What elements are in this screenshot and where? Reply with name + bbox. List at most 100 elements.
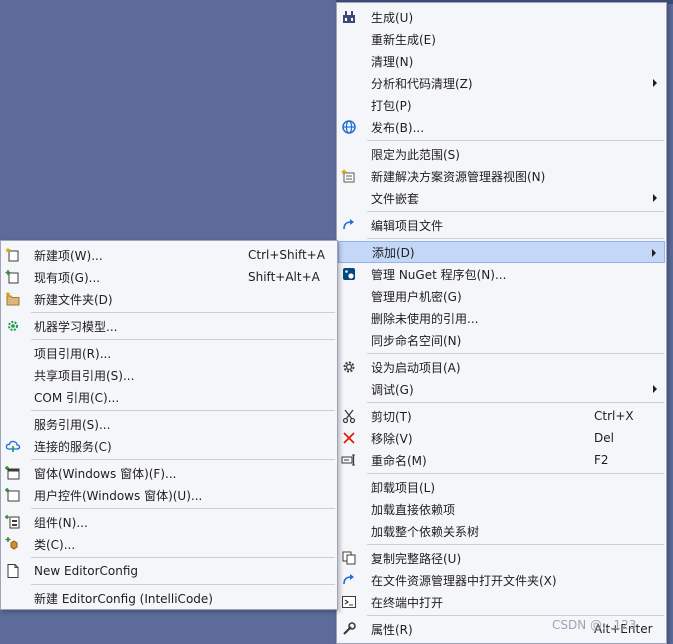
publish-globe-icon: [341, 119, 357, 135]
menu-item-pack[interactable]: 打包(P): [338, 94, 665, 116]
new-folder-icon: [5, 291, 21, 307]
menu-item-label: 属性(R): [371, 622, 413, 637]
menu-item-load-direct-deps[interactable]: 加载直接依赖项: [338, 498, 665, 520]
submenu-item-com-reference[interactable]: COM 引用(C)...: [2, 386, 336, 408]
menu-item-open-in-explorer[interactable]: 在文件资源管理器中打开文件夹(X): [338, 569, 665, 591]
menu-item-edit-project-file[interactable]: 编辑项目文件: [338, 214, 665, 236]
remove-x-icon: [341, 430, 357, 446]
menu-item-manage-nuget[interactable]: 管理 NuGet 程序包(N)...: [338, 263, 665, 285]
submenu-item-component[interactable]: 组件(N)...: [2, 511, 336, 533]
menu-item-scope-to-this[interactable]: 限定为此范围(S): [338, 143, 665, 165]
menu-item-publish[interactable]: 发布(B)...: [338, 116, 665, 138]
menu-item-label: 生成(U): [371, 10, 414, 25]
menu-item-label: 新建解决方案资源管理器视图(N): [371, 169, 546, 184]
menu-item-shortcut: Alt+Enter: [594, 622, 653, 636]
submenu-item-service-reference[interactable]: 服务引用(S)...: [2, 413, 336, 435]
wrench-icon: [341, 621, 357, 637]
submenu-arrow-icon: [652, 249, 656, 257]
existing-item-icon: [5, 269, 21, 285]
menu-separator: [31, 557, 335, 558]
menu-item-label: COM 引用(C)...: [34, 390, 120, 405]
submenu-arrow-icon: [653, 385, 657, 393]
menu-separator: [367, 402, 664, 403]
class-icon: [5, 536, 21, 552]
menu-item-label: 卸载项目(L): [371, 480, 436, 495]
component-icon: [5, 514, 21, 530]
menu-item-label: 窗体(Windows 窗体)(F)...: [34, 466, 177, 481]
submenu-item-connected-service[interactable]: 连接的服务(C): [2, 435, 336, 457]
submenu-item-new-editorconfig-intellicode[interactable]: 新建 EditorConfig (IntelliCode): [2, 587, 336, 609]
submenu-item-ml-model[interactable]: 机器学习模型...: [2, 315, 336, 337]
menu-item-debug[interactable]: 调试(G): [338, 378, 665, 400]
menu-separator: [31, 459, 335, 460]
rename-icon: [341, 452, 357, 468]
menu-separator: [367, 544, 664, 545]
menu-item-label: 类(C)...: [34, 537, 76, 552]
menu-item-manage-user-secrets[interactable]: 管理用户机密(G): [338, 285, 665, 307]
menu-item-label: 现有项(G)...: [34, 270, 101, 285]
menu-item-label: 调试(G): [371, 382, 414, 397]
menu-item-add[interactable]: 添加(D): [338, 241, 665, 263]
submenu-item-new-item[interactable]: 新建项(W)... Ctrl+Shift+A: [2, 244, 336, 266]
submenu-item-new-folder[interactable]: 新建文件夹(D): [2, 288, 336, 310]
menu-item-label: 项目引用(R)...: [34, 346, 112, 361]
menu-item-label: 管理 NuGet 程序包(N)...: [371, 267, 507, 282]
menu-item-build[interactable]: 生成(U): [338, 6, 665, 28]
nuget-icon: [341, 266, 357, 282]
menu-separator: [367, 140, 664, 141]
menu-item-open-in-terminal[interactable]: 在终端中打开: [338, 591, 665, 613]
menu-item-analyze[interactable]: 分析和代码清理(Z): [338, 72, 665, 94]
submenu-item-class[interactable]: 类(C)...: [2, 533, 336, 555]
menu-item-label: 机器学习模型...: [34, 319, 118, 334]
scissors-icon: [341, 408, 357, 424]
menu-item-label: 加载直接依赖项: [371, 502, 456, 517]
menu-separator: [367, 211, 664, 212]
menu-item-rebuild[interactable]: 重新生成(E): [338, 28, 665, 50]
menu-item-load-dep-tree[interactable]: 加载整个依赖关系树: [338, 520, 665, 542]
menu-item-label: 限定为此范围(S): [371, 147, 460, 162]
menu-separator: [367, 473, 664, 474]
menu-item-copy-full-path[interactable]: 复制完整路径(U): [338, 547, 665, 569]
menu-separator: [31, 508, 335, 509]
menu-item-clean[interactable]: 清理(N): [338, 50, 665, 72]
project-context-menu: 生成(U) 重新生成(E) 清理(N) 分析和代码清理(Z) 打包(P) 发布(…: [336, 2, 667, 644]
menu-item-file-nesting[interactable]: 文件嵌套: [338, 187, 665, 209]
menu-item-label: 组件(N)...: [34, 515, 88, 530]
menu-item-set-startup[interactable]: 设为启动项目(A): [338, 356, 665, 378]
editorconfig-file-icon: [5, 563, 21, 579]
menu-item-properties[interactable]: 属性(R) Alt+Enter: [338, 618, 665, 640]
menu-item-label: 在文件资源管理器中打开文件夹(X): [371, 573, 557, 588]
menu-separator: [31, 312, 335, 313]
menu-item-rename[interactable]: 重命名(M) F2: [338, 449, 665, 471]
menu-item-label: 添加(D): [372, 245, 415, 260]
new-view-icon: [341, 168, 357, 184]
menu-item-new-solution-view[interactable]: 新建解决方案资源管理器视图(N): [338, 165, 665, 187]
menu-item-remove-unused-references[interactable]: 删除未使用的引用...: [338, 307, 665, 329]
menu-item-label: 管理用户机密(G): [371, 289, 462, 304]
menu-item-label: 新建 EditorConfig (IntelliCode): [34, 591, 213, 606]
menu-separator: [367, 615, 664, 616]
submenu-item-new-editorconfig[interactable]: New EditorConfig: [2, 560, 336, 582]
submenu-item-windows-form[interactable]: 窗体(Windows 窗体)(F)...: [2, 462, 336, 484]
submenu-item-existing-item[interactable]: 现有项(G)... Shift+Alt+A: [2, 266, 336, 288]
menu-item-remove[interactable]: 移除(V) Del: [338, 427, 665, 449]
menu-separator: [31, 584, 335, 585]
redo-arrow-icon: [341, 217, 357, 233]
menu-item-label: 同步命名空间(N): [371, 333, 462, 348]
menu-item-label: 分析和代码清理(Z): [371, 76, 473, 91]
menu-separator: [31, 410, 335, 411]
user-control-icon: [5, 487, 21, 503]
menu-item-label: 在终端中打开: [371, 595, 444, 610]
menu-item-sync-namespaces[interactable]: 同步命名空间(N): [338, 329, 665, 351]
menu-item-label: 编辑项目文件: [371, 218, 444, 233]
menu-item-shortcut: Ctrl+Shift+A: [248, 248, 325, 262]
submenu-item-shared-project-reference[interactable]: 共享项目引用(S)...: [2, 364, 336, 386]
submenu-item-project-reference[interactable]: 项目引用(R)...: [2, 342, 336, 364]
menu-item-label: 重新生成(E): [371, 32, 436, 47]
menu-item-unload-project[interactable]: 卸载项目(L): [338, 476, 665, 498]
menu-item-cut[interactable]: 剪切(T) Ctrl+X: [338, 405, 665, 427]
submenu-item-user-control[interactable]: 用户控件(Windows 窗体)(U)...: [2, 484, 336, 506]
ml-model-icon: [5, 318, 21, 334]
menu-item-shortcut: F2: [594, 453, 609, 467]
menu-item-shortcut: Del: [594, 431, 614, 445]
